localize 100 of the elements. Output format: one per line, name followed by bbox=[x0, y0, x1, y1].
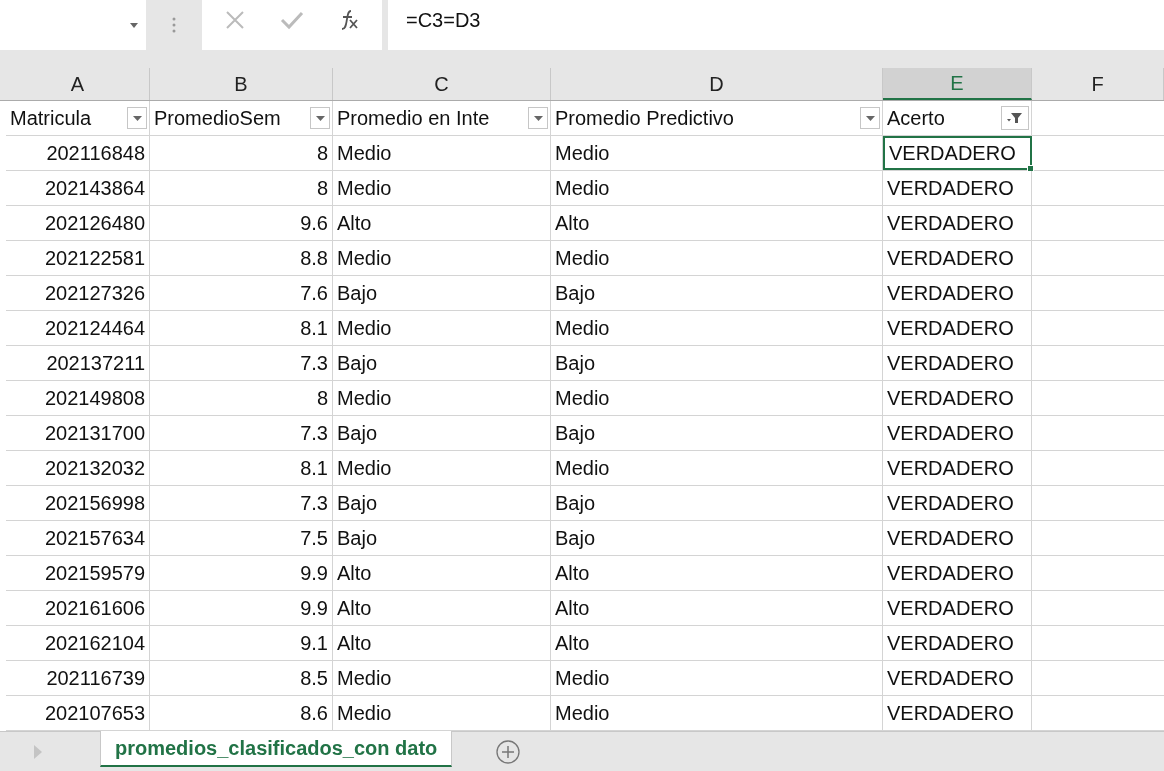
table-cell: 9.9 bbox=[150, 556, 333, 590]
caret-icon bbox=[865, 115, 875, 121]
caret-icon bbox=[130, 22, 138, 28]
table-cell: VERDADERO bbox=[883, 451, 1032, 485]
table-cell: VERDADERO bbox=[883, 276, 1032, 310]
table-cell: Medio bbox=[333, 171, 551, 205]
table-cell: Medio bbox=[333, 381, 551, 415]
header-cell-text: Matricula bbox=[10, 106, 92, 131]
caret-icon bbox=[533, 115, 543, 121]
table-cell: VERDADERO bbox=[883, 241, 1032, 275]
table-cell: 202127326 bbox=[6, 276, 150, 310]
header-cell-text: Promedio Predictivo bbox=[555, 106, 734, 131]
table-cell: Bajo bbox=[551, 416, 883, 450]
header-cell-text: Promedio en Inte bbox=[337, 106, 490, 131]
table-cell: 202161606 bbox=[6, 591, 150, 625]
column-header[interactable]: E bbox=[883, 68, 1032, 100]
table-cell: VERDADERO bbox=[883, 311, 1032, 345]
table-cell: Alto bbox=[333, 556, 551, 590]
table-cell: Medio bbox=[551, 241, 883, 275]
check-icon[interactable] bbox=[280, 10, 304, 30]
table-cell: Bajo bbox=[551, 346, 883, 380]
table-cell: Alto bbox=[551, 206, 883, 240]
table-cell: Medio bbox=[551, 171, 883, 205]
table-cell: 202137211 bbox=[6, 346, 150, 380]
table-cell: 202124464 bbox=[6, 311, 150, 345]
table-cell: 202157634 bbox=[6, 521, 150, 555]
table-cell: 202149808 bbox=[6, 381, 150, 415]
formula-field[interactable]: =C3=D3 bbox=[388, 0, 1164, 40]
table-cell: Bajo bbox=[551, 521, 883, 555]
sheet-tab[interactable]: promedios_clasificados_con dato bbox=[100, 731, 453, 767]
table-cell: 202156998 bbox=[6, 486, 150, 520]
table-cell: 8 bbox=[150, 136, 333, 170]
table-cell: Medio bbox=[333, 451, 551, 485]
table-cell: 7.6 bbox=[150, 276, 333, 310]
filter-button[interactable] bbox=[1001, 106, 1029, 130]
table-cell: VERDADERO bbox=[883, 416, 1032, 450]
table-cell: VERDADERO bbox=[883, 136, 1032, 170]
table-cell: 7.5 bbox=[150, 521, 333, 555]
table-cell: 202107653 bbox=[6, 696, 150, 730]
table-cell: 7.3 bbox=[150, 486, 333, 520]
table-cell: 202159579 bbox=[6, 556, 150, 590]
table-cell: Bajo bbox=[333, 486, 551, 520]
table-cell: VERDADERO bbox=[883, 346, 1032, 380]
filter-icon bbox=[1007, 112, 1023, 124]
table-cell: VERDADERO bbox=[883, 626, 1032, 660]
table-cell: Bajo bbox=[333, 521, 551, 555]
table-cell: Bajo bbox=[551, 276, 883, 310]
table-cell: Bajo bbox=[551, 486, 883, 520]
table-cell: Bajo bbox=[333, 276, 551, 310]
table-cell: VERDADERO bbox=[883, 486, 1032, 520]
table-cell: Bajo bbox=[333, 416, 551, 450]
table-cell: Bajo bbox=[333, 346, 551, 380]
caret-icon bbox=[315, 115, 325, 121]
table-cell: Medio bbox=[551, 311, 883, 345]
table-cell: 8.6 bbox=[150, 696, 333, 730]
table-cell: Alto bbox=[333, 626, 551, 660]
table-cell: Medio bbox=[333, 241, 551, 275]
table-cell: VERDADERO bbox=[883, 556, 1032, 590]
table-cell: 7.3 bbox=[150, 346, 333, 380]
table-cell: Alto bbox=[551, 591, 883, 625]
table-cell: Medio bbox=[333, 136, 551, 170]
filter-dropdown-button[interactable] bbox=[310, 107, 330, 129]
table-cell: 9.9 bbox=[150, 591, 333, 625]
table-cell: 9.1 bbox=[150, 626, 333, 660]
column-header[interactable]: A bbox=[6, 68, 150, 100]
table-cell: 8.1 bbox=[150, 311, 333, 345]
table-cell: Medio bbox=[333, 696, 551, 730]
table-cell: 8 bbox=[150, 381, 333, 415]
table-cell: Alto bbox=[333, 206, 551, 240]
column-header[interactable]: B bbox=[150, 68, 333, 100]
fill-handle[interactable] bbox=[1027, 165, 1034, 172]
table-cell: Medio bbox=[551, 381, 883, 415]
table-cell: Medio bbox=[551, 136, 883, 170]
table-cell: 202122581 bbox=[6, 241, 150, 275]
add-sheet-icon[interactable] bbox=[496, 739, 521, 764]
table-cell: VERDADERO bbox=[883, 381, 1032, 415]
table-cell: Alto bbox=[551, 626, 883, 660]
column-header[interactable]: C bbox=[333, 68, 551, 100]
table-cell: 202131700 bbox=[6, 416, 150, 450]
table-cell: 202116848 bbox=[6, 136, 150, 170]
header-cell-text: PromedioSem bbox=[154, 106, 281, 131]
table-cell: 202132032 bbox=[6, 451, 150, 485]
table-cell: VERDADERO bbox=[883, 171, 1032, 205]
filter-dropdown-button[interactable] bbox=[528, 107, 548, 129]
caret-icon bbox=[132, 115, 142, 121]
table-cell: 202126480 bbox=[6, 206, 150, 240]
table-cell: VERDADERO bbox=[883, 521, 1032, 555]
filter-dropdown-button[interactable] bbox=[127, 107, 147, 129]
table-cell: VERDADERO bbox=[883, 661, 1032, 695]
table-cell: VERDADERO bbox=[883, 206, 1032, 240]
table-cell: 202143864 bbox=[6, 171, 150, 205]
column-header[interactable]: F bbox=[1032, 68, 1164, 100]
table-cell: Medio bbox=[551, 696, 883, 730]
table-cell: 8.1 bbox=[150, 451, 333, 485]
filter-dropdown-button[interactable] bbox=[860, 107, 880, 129]
table-cell: 7.3 bbox=[150, 416, 333, 450]
table-cell: 9.6 bbox=[150, 206, 333, 240]
table-cell: 8.8 bbox=[150, 241, 333, 275]
table-cell: Medio bbox=[333, 311, 551, 345]
table-cell: Medio bbox=[333, 661, 551, 695]
